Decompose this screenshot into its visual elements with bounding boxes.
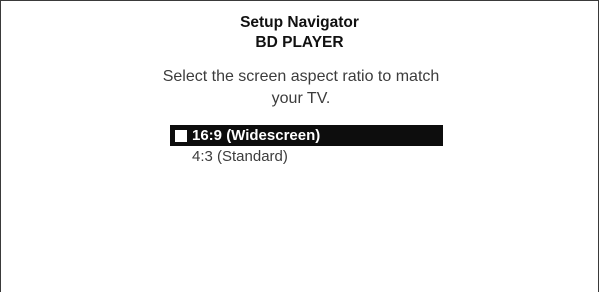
selection-marker-icon [175, 129, 187, 142]
option-label: 16:9 (Widescreen) [192, 127, 321, 144]
option-4-3-standard[interactable]: 4:3 (Standard) [170, 146, 443, 167]
setup-navigator-panel: Setup Navigator BD PLAYER Select the scr… [0, 0, 599, 292]
option-label: 4:3 (Standard) [192, 148, 288, 165]
option-16-9-widescreen[interactable]: 16:9 (Widescreen) [170, 125, 443, 146]
instruction-line-2: your TV. [271, 90, 331, 107]
instruction-text: Select the screen aspect ratio to match … [141, 66, 461, 110]
page-title: Setup Navigator [240, 14, 359, 31]
aspect-ratio-options: 16:9 (Widescreen) 4:3 (Standard) [170, 125, 443, 167]
page-subtitle: BD PLAYER [255, 34, 344, 51]
instruction-line-1: Select the screen aspect ratio to match [162, 68, 440, 85]
